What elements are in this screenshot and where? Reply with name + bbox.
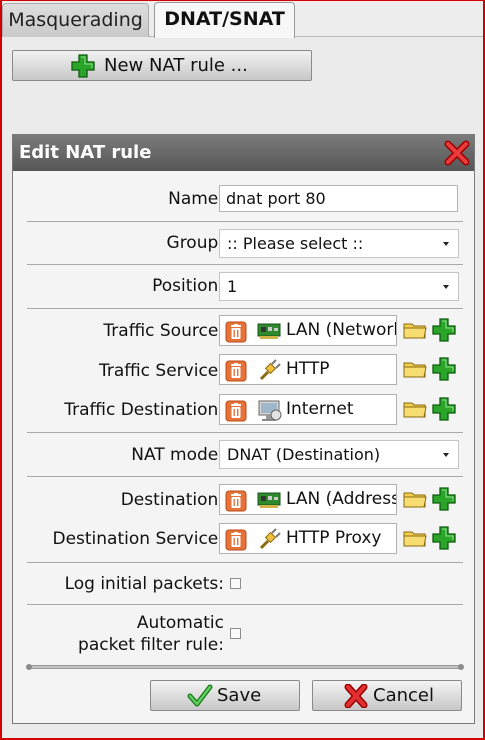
service-plug-icon bbox=[257, 528, 281, 552]
service-plug-icon bbox=[257, 359, 281, 383]
chevron-down-icon bbox=[443, 285, 449, 289]
name-label: Name: bbox=[168, 189, 224, 209]
destination-service-value: HTTP Proxy bbox=[286, 528, 382, 548]
divider bbox=[27, 264, 463, 265]
name-input[interactable]: dnat port 80 bbox=[219, 185, 458, 212]
traffic-destination-value: Internet bbox=[286, 399, 354, 419]
tab-masquerading[interactable]: Masquerading bbox=[2, 3, 149, 37]
save-button[interactable]: Save bbox=[150, 680, 300, 711]
resize-slider bbox=[26, 664, 464, 670]
position-select[interactable]: 1 bbox=[219, 272, 459, 301]
group-label: Group: bbox=[166, 233, 224, 253]
folder-icon[interactable] bbox=[403, 398, 427, 420]
divider bbox=[27, 432, 463, 433]
slider-knob bbox=[458, 664, 464, 670]
log-initial-packets-checkbox[interactable] bbox=[230, 578, 241, 589]
cancel-button-label: Cancel bbox=[373, 685, 434, 706]
position-select-value: 1 bbox=[227, 277, 238, 296]
checkmark-icon bbox=[187, 684, 213, 707]
red-x-icon bbox=[344, 684, 368, 708]
tab-bar: Masquerading DNAT/SNAT bbox=[0, 0, 485, 38]
tab-dnat-snat[interactable]: DNAT/SNAT bbox=[154, 2, 295, 38]
trash-icon[interactable] bbox=[225, 321, 247, 343]
traffic-source-label: Traffic Source: bbox=[103, 321, 224, 341]
divider bbox=[27, 308, 463, 309]
edit-nat-rule-dialog: Edit NAT rule Name: dnat port 80 Group: … bbox=[12, 134, 475, 724]
traffic-destination-label: Traffic Destination: bbox=[64, 400, 224, 420]
log-initial-packets-label: Log initial packets: bbox=[64, 574, 224, 594]
traffic-service-value: HTTP bbox=[286, 359, 330, 379]
trash-icon[interactable] bbox=[225, 490, 247, 512]
nat-mode-label: NAT mode: bbox=[131, 445, 224, 465]
divider bbox=[27, 562, 463, 563]
chevron-down-icon bbox=[443, 242, 449, 246]
destination-field[interactable]: LAN (Address) bbox=[219, 484, 397, 515]
divider bbox=[27, 221, 463, 222]
add-icon[interactable] bbox=[432, 526, 456, 550]
folder-icon[interactable] bbox=[403, 319, 427, 341]
auto-filter-rule-label: Automatic packet filter rule: bbox=[78, 612, 224, 656]
internet-globe-icon bbox=[257, 399, 283, 423]
position-label: Position: bbox=[152, 276, 224, 296]
destination-service-field[interactable]: HTTP Proxy bbox=[219, 523, 397, 554]
divider bbox=[27, 604, 463, 605]
add-icon[interactable] bbox=[432, 357, 456, 381]
cancel-button[interactable]: Cancel bbox=[312, 680, 462, 711]
slider-knob bbox=[26, 664, 32, 670]
network-card-icon bbox=[257, 320, 283, 342]
folder-icon[interactable] bbox=[403, 488, 427, 510]
trash-icon[interactable] bbox=[225, 360, 247, 382]
divider bbox=[27, 476, 463, 477]
new-nat-rule-button[interactable]: New NAT rule ... bbox=[12, 50, 312, 81]
plus-green-icon bbox=[71, 54, 95, 78]
network-card-icon bbox=[257, 489, 283, 511]
traffic-source-field[interactable]: LAN (Network) bbox=[219, 315, 397, 346]
auto-filter-rule-label-line1: Automatic bbox=[136, 613, 224, 633]
folder-icon[interactable] bbox=[403, 527, 427, 549]
close-icon[interactable] bbox=[444, 140, 470, 166]
save-button-label: Save bbox=[217, 685, 262, 706]
folder-icon[interactable] bbox=[403, 358, 427, 380]
nat-mode-select[interactable]: DNAT (Destination) bbox=[219, 440, 459, 469]
dialog-title: Edit NAT rule bbox=[13, 135, 474, 171]
traffic-service-field[interactable]: HTTP bbox=[219, 354, 397, 385]
destination-service-label: Destination Service: bbox=[52, 529, 224, 549]
traffic-destination-field[interactable]: Internet bbox=[219, 394, 397, 425]
trash-icon[interactable] bbox=[225, 529, 247, 551]
trash-icon[interactable] bbox=[225, 400, 247, 422]
traffic-source-value: LAN (Network) bbox=[286, 320, 396, 340]
add-icon[interactable] bbox=[432, 318, 456, 342]
traffic-service-label: Traffic Service: bbox=[98, 361, 224, 381]
auto-filter-rule-checkbox[interactable] bbox=[230, 628, 241, 639]
chevron-down-icon bbox=[443, 453, 449, 457]
add-icon[interactable] bbox=[432, 397, 456, 421]
nat-mode-select-value: DNAT (Destination) bbox=[227, 445, 381, 464]
group-select-value: :: Please select :: bbox=[227, 234, 364, 253]
auto-filter-rule-label-line2: packet filter rule: bbox=[78, 635, 224, 655]
group-select[interactable]: :: Please select :: bbox=[219, 229, 459, 258]
destination-value: LAN (Address) bbox=[286, 489, 397, 509]
add-icon[interactable] bbox=[432, 487, 456, 511]
new-nat-rule-label: New NAT rule ... bbox=[104, 55, 248, 76]
destination-label: Destination: bbox=[120, 490, 224, 510]
